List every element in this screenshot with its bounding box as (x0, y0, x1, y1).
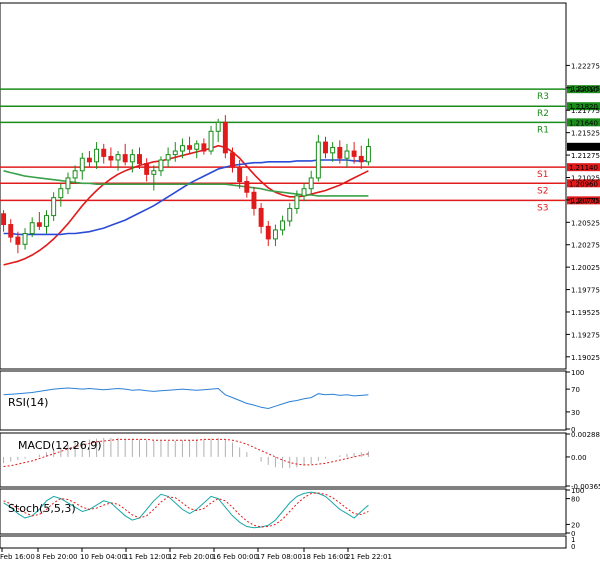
rsi-tick-label: 70 (571, 386, 580, 394)
candle-body (72, 170, 78, 179)
price-tick-label: 1.19775 (571, 287, 600, 295)
candle-body (44, 215, 49, 227)
level-price-label: 1.21640 (569, 119, 598, 127)
stoch-tick-label: 80 (571, 496, 580, 504)
candle-body (294, 195, 300, 209)
candle-body (351, 150, 357, 157)
candle-body (287, 207, 293, 222)
candle-body (272, 229, 278, 240)
candle-body (144, 163, 150, 175)
level-name-s3: S3 (537, 203, 548, 213)
candle-body (301, 188, 307, 197)
chart-canvas: R31.22010R21.21820R11.21640S11.21140S21.… (0, 0, 600, 567)
candle-body (344, 150, 350, 159)
candle-body (244, 181, 250, 193)
candle-body (222, 121, 228, 154)
price-tick-label: 1.19525 (571, 309, 600, 317)
price-tick-label: 1.22275 (571, 62, 600, 70)
time-tick-label: Feb 16:00 (0, 553, 35, 561)
strip-tick-label: 0 (571, 543, 575, 551)
chart-background (0, 0, 600, 567)
price-tick-label: 1.20275 (571, 242, 600, 250)
macd-tick-label: 0.002883 (571, 431, 600, 439)
rsi-tick-label: 30 (571, 409, 580, 417)
candle-body (194, 143, 200, 150)
candle-body (108, 155, 114, 161)
candle-body (265, 225, 271, 240)
level-name-r1: R1 (537, 125, 549, 135)
stoch-tick-label: 100 (571, 487, 584, 495)
time-tick-label: 12 Feb 20:00 (168, 553, 214, 561)
bottom-strip-axis: 10 (571, 536, 575, 551)
candle-body (165, 154, 171, 161)
candle-body (101, 148, 107, 157)
candle-body (315, 141, 321, 179)
candle-body (1, 213, 7, 226)
candle-body (230, 152, 235, 168)
candle-body (94, 148, 100, 163)
candle-body (79, 157, 85, 172)
candle-body (29, 222, 35, 235)
macd-tick-label: 0.00 (571, 454, 587, 462)
time-tick-label: 21 Feb 22:01 (346, 553, 392, 561)
candle-body (237, 166, 243, 183)
candle-body (172, 150, 178, 156)
price-tick-label: 1.20775 (571, 197, 600, 205)
time-tick-label: 17 Feb 08:00 (256, 553, 302, 561)
candle-body (15, 236, 21, 245)
price-tick-label: 1.19275 (571, 331, 600, 339)
time-tick-label: 8 Feb 20:00 (36, 553, 77, 561)
candle-body (36, 222, 42, 227)
candle-body (51, 197, 57, 217)
candle-body (122, 154, 128, 163)
candle-body (179, 145, 185, 152)
level-name-r2: R2 (537, 109, 549, 119)
candle-body (208, 130, 214, 152)
time-tick-label: 11 Feb 12:00 (124, 553, 170, 561)
candle-body (365, 146, 371, 163)
rsi-label: RSI(14) (8, 396, 48, 409)
candle-body (358, 155, 364, 163)
time-tick-label: 10 Feb 04:00 (80, 553, 126, 561)
candle-body (22, 233, 28, 245)
level-name-r3: R3 (537, 92, 549, 102)
macd-label: MACD(12,26,9) (18, 439, 102, 452)
candle-body (137, 154, 142, 165)
candle-body (330, 146, 336, 154)
time-tick-label: 16 Feb 00:00 (212, 553, 258, 561)
price-tick-label: 1.21275 (571, 152, 600, 160)
stoch-tick-label: 20 (571, 521, 580, 529)
candle-body (251, 191, 257, 209)
time-tick-label: 18 Feb 16:00 (302, 553, 348, 561)
candle-body (158, 159, 164, 172)
candle-body (129, 154, 135, 163)
stoch-label: Stoch(5,5,3) (8, 502, 76, 515)
price-tick-label: 1.21025 (571, 174, 600, 182)
candle-body (258, 207, 264, 227)
price-tick-label: 1.21525 (571, 130, 600, 138)
candle-body (187, 145, 193, 150)
candle-body (151, 170, 157, 175)
candle-body (58, 188, 64, 199)
price-tick-label: 1.20025 (571, 264, 600, 272)
price-tick-label: 1.20525 (571, 219, 600, 227)
price-tick-label: 1.19025 (571, 354, 600, 362)
current-price-label: 1.21367 (569, 144, 598, 152)
price-tick-label: 1.22025 (571, 85, 600, 93)
level-name-s2: S2 (537, 186, 548, 196)
candle-body (115, 154, 121, 161)
level-name-s1: S1 (537, 170, 548, 180)
price-tick-label: 1.21775 (571, 107, 600, 115)
candle-body (280, 220, 286, 231)
candle-body (65, 177, 71, 190)
candle-body (323, 141, 328, 154)
candle-body (308, 177, 314, 190)
candle-body (8, 224, 14, 238)
candle-body (201, 143, 207, 152)
candle-body (215, 121, 221, 132)
candle-body (337, 146, 343, 159)
candle-body (86, 157, 92, 163)
rsi-tick-label: 100 (571, 369, 584, 377)
level-price-label: 1.21140 (569, 164, 598, 172)
